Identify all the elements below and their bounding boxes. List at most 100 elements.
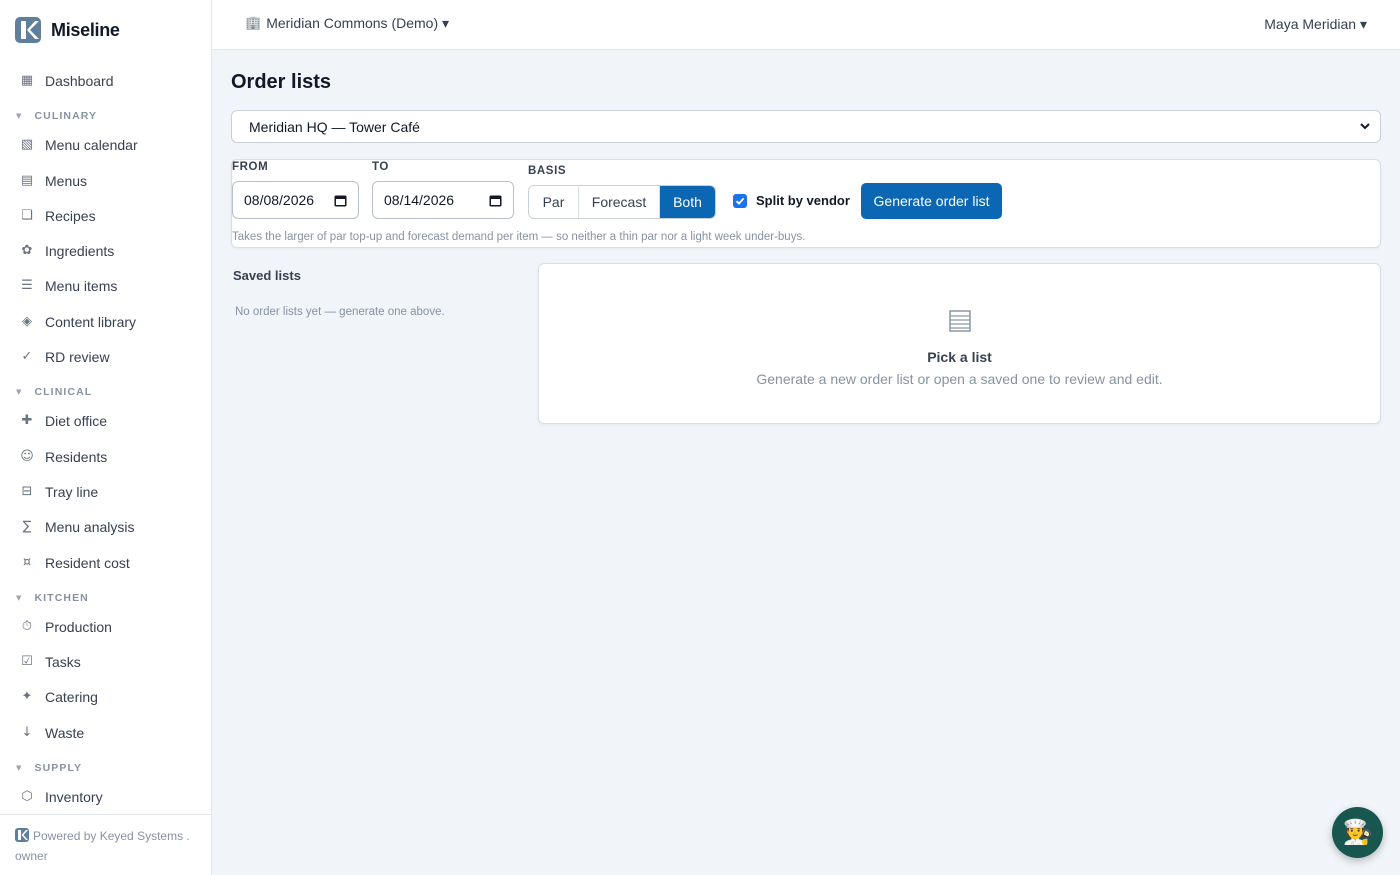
saved-lists-empty: No order lists yet — generate one above.: [235, 306, 445, 318]
sidebar-item-label: Tray line: [45, 483, 99, 500]
section-header-clinical[interactable]: ▼ CLINICAL: [16, 385, 92, 399]
section-header-culinary[interactable]: ▼ CULINARY: [16, 109, 97, 123]
sidebar-item-label: Menu calendar: [45, 136, 138, 153]
location-select[interactable]: Meridian HQ — Tower Café: [231, 110, 1381, 143]
recipe-card-icon: ❑: [21, 208, 33, 223]
sidebar-item-label: Resident cost: [45, 554, 130, 571]
tray-icon: ⊟: [21, 484, 33, 499]
generate-order-list-button[interactable]: Generate order list: [861, 183, 1002, 219]
basis-option-forecast[interactable]: Forecast: [579, 186, 660, 218]
section-header-supply[interactable]: ▼ SUPPLY: [16, 761, 82, 775]
sidebar-item-label: Tasks: [45, 653, 81, 670]
sidebar-item-label: Production: [45, 618, 112, 635]
chef-icon: 🧑‍🍳: [1342, 819, 1373, 846]
sidebar-item-label: Menu items: [45, 277, 118, 294]
collapse-caret-icon: ▼: [16, 594, 23, 602]
org-name: Meridian Commons (Demo) ▾: [266, 15, 450, 31]
lines-icon: ☰: [21, 278, 33, 293]
sidebar-item-label: Residents: [45, 448, 108, 465]
to-date-input[interactable]: 08/14/2026: [372, 181, 514, 219]
chef-assistant-button[interactable]: 🧑‍🍳: [1332, 807, 1383, 858]
sidebar-item-waste[interactable]: ↓ Waste: [0, 715, 211, 750]
user-role: owner: [15, 849, 48, 863]
sidebar-item-resident-cost[interactable]: ¤ Resident cost: [0, 545, 211, 580]
preview-title: Pick a list: [927, 349, 992, 365]
sidebar-nav: ▦ Dashboard ▼ CULINARY ▧ Menu calendar ▤…: [0, 62, 211, 814]
user-menu[interactable]: Maya Meridian ▾: [1264, 16, 1367, 33]
saved-lists-title: Saved lists: [233, 268, 301, 283]
smiley-icon: ☺: [20, 449, 34, 464]
building-icon: 🏢: [245, 16, 262, 31]
collapse-caret-icon: ▼: [16, 388, 23, 396]
sidebar-item-label: Dashboard: [45, 72, 114, 89]
section-header-kitchen[interactable]: ▼ KITCHEN: [16, 591, 89, 605]
basis-option-both[interactable]: Both: [660, 186, 715, 218]
menu-list-icon: ▤: [20, 173, 34, 188]
basis-option-par[interactable]: Par: [529, 186, 579, 218]
sigma-icon: ∑: [22, 519, 32, 534]
grid-icon: ▦: [20, 73, 34, 88]
location-select-value: Meridian HQ — Tower Café: [249, 118, 420, 135]
sidebar-item-label: Inventory: [45, 788, 103, 805]
sidebar-item-menus[interactable]: ▤ Menus: [0, 163, 211, 198]
app-name: Miseline: [51, 19, 120, 40]
sidebar-item-menu-items[interactable]: ☰ Menu items: [0, 268, 211, 303]
basis-hint: Takes the larger of par top-up and forec…: [232, 231, 806, 243]
diamond-icon: ◈: [22, 314, 32, 329]
down-arrow-icon: ↓: [21, 725, 33, 740]
sidebar-item-label: RD review: [45, 348, 110, 365]
preview-subtitle: Generate a new order list or open a save…: [756, 371, 1163, 387]
sidebar-item-label: Waste: [45, 724, 85, 741]
chevron-down-icon: [1360, 123, 1370, 130]
sidebar-item-rd-review[interactable]: ✓ RD review: [0, 339, 211, 374]
sidebar-item-tray-line[interactable]: ⊟ Tray line: [0, 474, 211, 509]
currency-icon: ¤: [22, 555, 32, 570]
sidebar-item-production[interactable]: ⏱ Production: [0, 609, 211, 644]
flower-icon: ✿: [21, 243, 33, 258]
sidebar-item-content-library[interactable]: ◈ Content library: [0, 304, 211, 339]
sidebar-item-label: Diet office: [45, 412, 107, 429]
calendar-icon[interactable]: [334, 194, 347, 207]
sidebar-item-label: Menu analysis: [45, 518, 135, 535]
org-switcher[interactable]: 🏢 Meridian Commons (Demo) ▾: [245, 15, 449, 32]
checkmark-icon: [735, 197, 745, 205]
collapse-caret-icon: ▼: [16, 112, 23, 120]
sidebar-item-ingredients[interactable]: ✿ Ingredients: [0, 233, 211, 268]
sidebar-item-diet-office[interactable]: ✚ Diet office: [0, 403, 211, 438]
clipboard-list-icon: [949, 310, 971, 332]
hexagon-icon: ⬡: [21, 789, 33, 804]
calendar-icon[interactable]: [489, 194, 502, 207]
calendar-icon: ▧: [20, 137, 34, 152]
page-title: Order lists: [231, 71, 332, 93]
split-by-vendor-checkbox[interactable]: [733, 194, 747, 208]
brand[interactable]: Miseline: [15, 16, 120, 44]
miseline-logo-icon: [15, 17, 41, 43]
keyed-logo-icon: [15, 828, 29, 842]
sidebar-item-residents[interactable]: ☺ Residents: [0, 439, 211, 474]
sidebar-item-label: Content library: [45, 313, 137, 330]
collapse-caret-icon: ▼: [16, 764, 23, 772]
sidebar-item-label: Menus: [45, 172, 88, 189]
sparkle-icon: ✦: [21, 689, 33, 704]
sidebar: Miseline ▦ Dashboard ▼ CULINARY ▧ Menu c…: [0, 0, 212, 875]
to-label: TO: [372, 161, 389, 173]
sidebar-item-catering[interactable]: ✦ Catering: [0, 679, 211, 714]
order-list-preview: Pick a list Generate a new order list or…: [538, 263, 1381, 424]
from-date-input[interactable]: 08/08/2026: [232, 181, 359, 219]
sidebar-item-inventory[interactable]: ⬡ Inventory: [0, 779, 211, 814]
powered-by-text: Powered by Keyed Systems .: [33, 829, 190, 843]
to-date-value: 08/14/2026: [384, 192, 455, 208]
sidebar-item-menu-analysis[interactable]: ∑ Menu analysis: [0, 509, 211, 544]
sidebar-item-recipes[interactable]: ❑ Recipes: [0, 198, 211, 233]
split-by-vendor-label[interactable]: Split by vendor: [756, 193, 850, 208]
check-icon: ✓: [21, 349, 33, 364]
order-list-filters: FROM 08/08/2026 TO 08/14/2026 BASIS Par …: [231, 159, 1381, 248]
sidebar-item-dashboard[interactable]: ▦ Dashboard: [0, 63, 211, 98]
checkbox-icon: ☑: [21, 654, 33, 669]
topbar: 🏢 Meridian Commons (Demo) ▾ Maya Meridia…: [212, 0, 1400, 50]
sidebar-item-label: Catering: [45, 688, 98, 705]
sidebar-item-label: Recipes: [45, 207, 96, 224]
from-date-value: 08/08/2026: [244, 192, 315, 208]
sidebar-item-tasks[interactable]: ☑ Tasks: [0, 644, 211, 679]
sidebar-item-menu-calendar[interactable]: ▧ Menu calendar: [0, 127, 211, 162]
